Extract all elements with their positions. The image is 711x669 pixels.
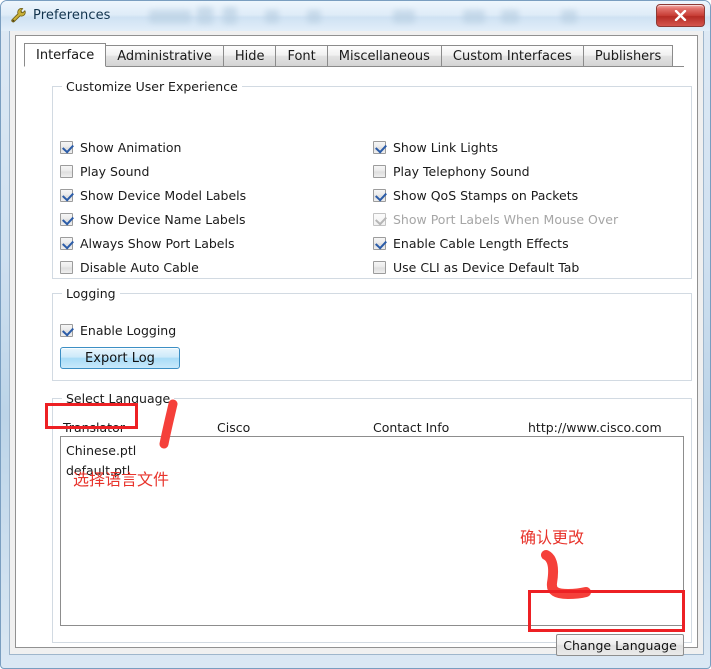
checkbox-box xyxy=(60,188,73,202)
preferences-window: Preferences Interface Administrative Hid… xyxy=(0,0,711,669)
title-bar: Preferences xyxy=(1,1,710,31)
checkbox-show-link-lights[interactable]: Show Link Lights xyxy=(373,138,498,156)
checkbox-label: Play Telephony Sound xyxy=(393,163,530,179)
checkbox-enable-cable-length-effects[interactable]: Enable Cable Length Effects xyxy=(373,234,569,252)
tab-bar: Interface Administrative Hide Font Misce… xyxy=(24,43,684,67)
titlebar-ghost-artifact xyxy=(463,10,485,23)
select-language-group-title: Select Language xyxy=(62,391,175,406)
tab-custom-interfaces[interactable]: Custom Interfaces xyxy=(440,45,584,67)
checkbox-box xyxy=(60,164,73,178)
checkbox-label: Use CLI as Device Default Tab xyxy=(393,259,580,275)
checkbox-box xyxy=(373,164,386,178)
tab-administrative[interactable]: Administrative xyxy=(105,45,224,67)
checkbox-box xyxy=(373,212,386,226)
column-header-cisco: Cisco xyxy=(217,420,251,435)
checkbox-label: Always Show Port Labels xyxy=(80,235,235,251)
column-header-contact-info: Contact Info xyxy=(373,420,450,435)
checkbox-use-cli-as-device-default-tab[interactable]: Use CLI as Device Default Tab xyxy=(373,258,579,276)
checkbox-label: Show Animation xyxy=(80,139,182,155)
titlebar-ghost-artifact xyxy=(561,10,577,23)
titlebar-ghost-artifact xyxy=(307,10,321,23)
checkbox-box xyxy=(60,236,73,250)
checkbox-box xyxy=(373,260,386,274)
tab-interface[interactable]: Interface xyxy=(24,43,107,67)
customize-group-title: Customize User Experience xyxy=(62,79,242,94)
checkbox-show-device-name-labels[interactable]: Show Device Name Labels xyxy=(60,210,246,228)
checkbox-label: Disable Auto Cable xyxy=(80,259,199,275)
checkbox-disable-auto-cable[interactable]: Disable Auto Cable xyxy=(60,258,199,276)
preferences-dialog: Interface Administrative Hide Font Misce… xyxy=(15,35,698,656)
checkbox-label: Enable Cable Length Effects xyxy=(393,235,569,251)
titlebar-ghost-artifact xyxy=(501,10,519,23)
checkbox-show-port-labels-when-mouse-over: Show Port Labels When Mouse Over xyxy=(373,210,618,228)
checkbox-label: Enable Logging xyxy=(80,322,177,338)
checkbox-show-animation[interactable]: Show Animation xyxy=(60,138,181,156)
tab-miscellaneous[interactable]: Miscellaneous xyxy=(326,45,442,67)
checkbox-label: Play Sound xyxy=(80,163,150,179)
change-language-button[interactable]: Change Language xyxy=(556,634,684,656)
checkbox-box xyxy=(60,323,73,337)
tab-font[interactable]: Font xyxy=(275,45,328,67)
column-header-translator: Translator xyxy=(63,420,125,435)
list-item-default-ptl[interactable]: default.ptl xyxy=(66,463,130,478)
checkbox-play-sound[interactable]: Play Sound xyxy=(60,162,149,180)
checkbox-show-device-model-labels[interactable]: Show Device Model Labels xyxy=(60,186,246,204)
dialog-client-area: Interface Administrative Hide Font Misce… xyxy=(9,31,704,656)
checkbox-box xyxy=(373,140,386,154)
checkbox-box xyxy=(60,212,73,226)
close-button[interactable] xyxy=(656,4,705,27)
checkbox-box xyxy=(60,260,73,274)
logging-group-title: Logging xyxy=(62,286,120,301)
tab-publishers[interactable]: Publishers xyxy=(582,45,674,67)
titlebar-ghost-artifact xyxy=(393,10,415,23)
column-header-website: http://www.cisco.com xyxy=(528,420,662,435)
checkbox-label: Show QoS Stamps on Packets xyxy=(393,187,579,203)
titlebar-ghost-artifact xyxy=(197,7,213,24)
checkbox-enable-logging[interactable]: Enable Logging xyxy=(60,321,176,339)
checkbox-label: Show Link Lights xyxy=(393,139,498,155)
checkbox-box xyxy=(373,188,386,202)
titlebar-ghost-artifact xyxy=(265,10,279,23)
wrench-tools-icon xyxy=(10,7,28,25)
titlebar-ghost-artifact xyxy=(223,7,237,24)
checkbox-always-show-port-labels[interactable]: Always Show Port Labels xyxy=(60,234,234,252)
tab-hide[interactable]: Hide xyxy=(222,45,277,67)
list-item-chinese-ptl[interactable]: Chinese.ptl xyxy=(66,443,136,458)
checkbox-label: Show Port Labels When Mouse Over xyxy=(393,211,619,227)
checkbox-label: Show Device Model Labels xyxy=(80,187,247,203)
titlebar-ghost-artifact xyxy=(149,10,191,23)
checkbox-show-qos-stamps-on-packets[interactable]: Show QoS Stamps on Packets xyxy=(373,186,578,204)
export-log-button[interactable]: Export Log xyxy=(60,347,180,369)
checkbox-label: Show Device Name Labels xyxy=(80,211,246,227)
window-title: Preferences xyxy=(33,8,111,23)
export-log-label: Export Log xyxy=(85,350,155,366)
checkbox-play-telephony-sound[interactable]: Play Telephony Sound xyxy=(373,162,530,180)
checkbox-box xyxy=(60,140,73,154)
checkbox-box xyxy=(373,236,386,250)
language-file-list[interactable]: Chinese.ptl default.ptl xyxy=(60,436,684,626)
change-language-label: Change Language xyxy=(563,637,677,653)
